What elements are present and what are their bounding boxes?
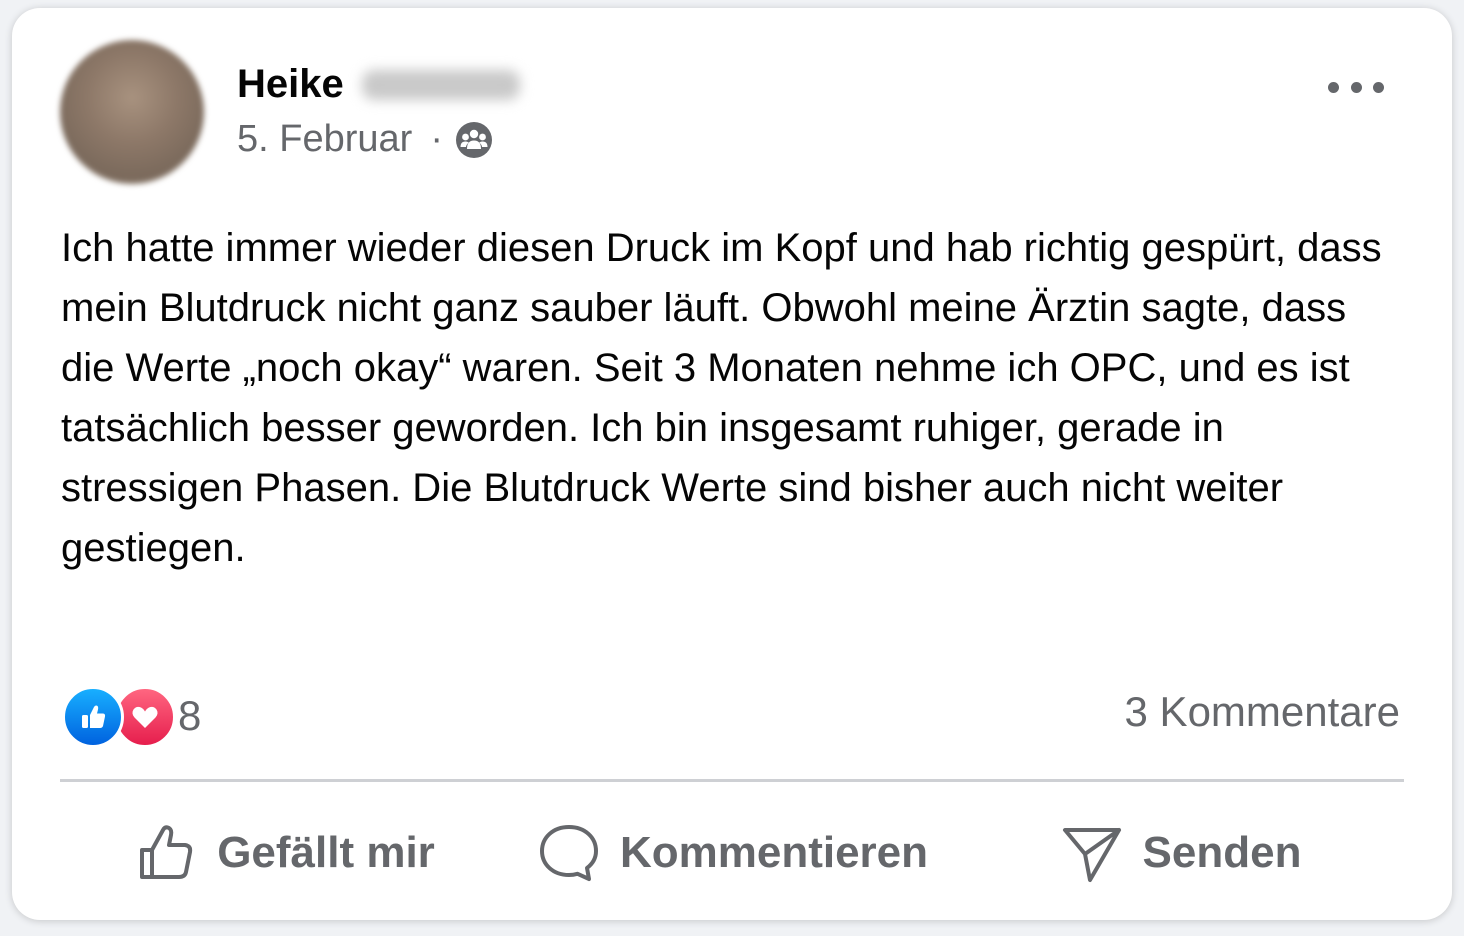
comment-button[interactable]: Kommentieren: [508, 798, 956, 908]
post-card: Heike 5. Februar · Ich hatte immer wiede…: [12, 8, 1452, 920]
meta-separator: ·: [430, 118, 443, 160]
thumbs-up-icon: [140, 825, 193, 879]
like-reaction-icon: [62, 686, 124, 748]
author-first-name[interactable]: Heike: [237, 62, 344, 107]
comment-bubble-icon: [539, 825, 598, 881]
post-date[interactable]: 5. Februar: [237, 118, 412, 161]
avatar[interactable]: [60, 40, 204, 184]
author-name[interactable]: Heike: [237, 62, 520, 107]
blurred-surname: [361, 69, 520, 100]
action-bar: Gefällt mir Kommentieren Senden: [60, 798, 1404, 908]
send-button[interactable]: Senden: [956, 798, 1404, 908]
comment-count[interactable]: 3 Kommentare: [1125, 688, 1400, 736]
heart-icon: [132, 706, 158, 728]
send-icon: [1062, 828, 1121, 882]
reaction-icons: [62, 686, 176, 748]
reaction-count[interactable]: 8: [178, 692, 201, 740]
like-button[interactable]: Gefällt mir: [60, 798, 508, 908]
group-icon[interactable]: [455, 121, 493, 159]
divider: [60, 779, 1404, 782]
dot-icon: [1350, 81, 1362, 93]
comment-label: Kommentieren: [619, 828, 929, 877]
more-options-button[interactable]: [1328, 72, 1384, 102]
dot-icon: [1373, 81, 1384, 93]
reaction-summary[interactable]: 8: [62, 686, 201, 748]
post-text: Ich hatte immer wieder diesen Druck im K…: [61, 226, 1382, 570]
like-label: Gefällt mir: [217, 828, 435, 877]
send-label: Senden: [1142, 828, 1302, 877]
thumbs-up-icon: [82, 705, 106, 728]
post-meta: 5. Februar ·: [237, 118, 493, 161]
dot-icon: [1328, 81, 1339, 93]
